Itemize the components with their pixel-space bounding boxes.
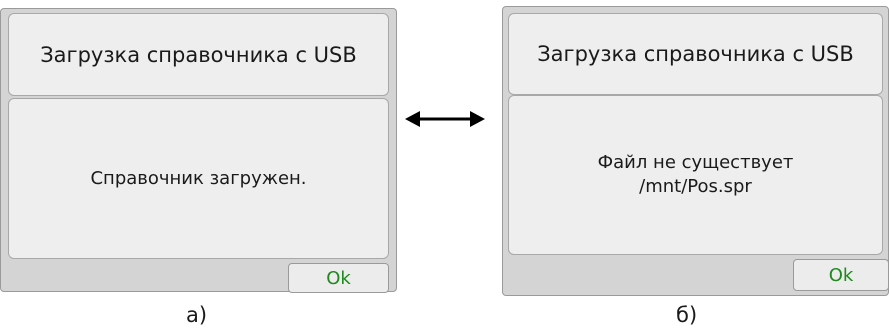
- ok-button[interactable]: Ok: [288, 263, 389, 293]
- dialog-a: Загрузка справочника с USB Справочник за…: [0, 8, 397, 293]
- message-line: Файл не существует: [597, 152, 794, 173]
- message-line: Справочник загружен.: [90, 167, 307, 189]
- message-panel: Справочник загружен.: [8, 98, 389, 259]
- dialog-title: Загрузка справочника с USB: [508, 13, 883, 95]
- caption-b: б): [676, 303, 698, 327]
- message-panel: Файл не существует /mnt/Pos.spr: [508, 95, 883, 255]
- ok-button-label: Ok: [326, 267, 351, 289]
- ok-button-label: Ok: [828, 264, 854, 286]
- double-headed-arrow-icon: [405, 111, 485, 127]
- caption-a: а): [186, 303, 208, 327]
- dialog-title-text: Загрузка справочника с USB: [40, 42, 357, 67]
- dialog-title-text: Загрузка справочника с USB: [537, 42, 854, 66]
- ok-button[interactable]: Ok: [793, 259, 889, 291]
- message-line: /mnt/Pos.spr: [639, 176, 752, 197]
- dialog-b: Загрузка справочника с USB Файл не сущес…: [502, 6, 889, 296]
- dialog-title: Загрузка справочника с USB: [8, 13, 389, 96]
